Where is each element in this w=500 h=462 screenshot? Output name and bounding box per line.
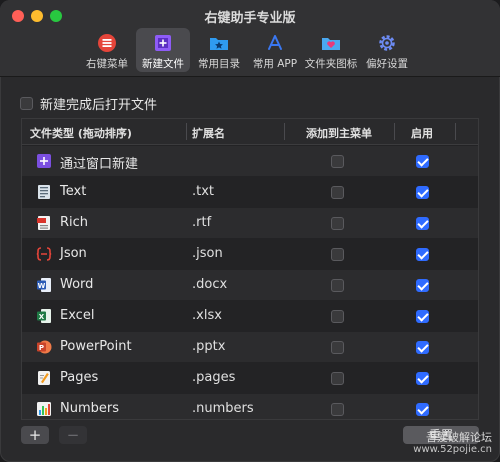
add-to-main-menu-checkbox[interactable]: [331, 217, 344, 230]
table-row[interactable]: 通过窗口新建: [22, 146, 478, 176]
enabled-checkbox[interactable]: [416, 186, 429, 199]
text-doc-icon: [38, 185, 50, 199]
tab-label: 右键菜单: [86, 58, 128, 70]
tab-new-file[interactable]: 新建文件: [136, 28, 190, 72]
add-to-main-menu-checkbox[interactable]: [331, 372, 344, 385]
add-to-main-menu-checkbox[interactable]: [331, 155, 344, 168]
enabled-checkbox[interactable]: [416, 372, 429, 385]
svg-text:P: P: [39, 344, 44, 352]
add-to-main-menu-checkbox[interactable]: [331, 186, 344, 199]
file-type-name: Word: [60, 277, 94, 292]
open-after-create-label: 新建完成后打开文件: [40, 98, 158, 113]
excel-icon: X: [37, 309, 51, 323]
remove-button[interactable]: −: [59, 426, 87, 444]
add-to-main-menu-checkbox[interactable]: [331, 248, 344, 261]
svg-text:X: X: [39, 313, 45, 321]
list-icon: [98, 34, 116, 52]
table-row[interactable]: Pages .pages: [22, 363, 478, 393]
file-extension: .rtf: [192, 215, 212, 230]
watermark: 吾爱破解论坛 www.52pojie.cn: [413, 432, 492, 456]
table-row[interactable]: Json .json: [22, 239, 478, 269]
add-to-main-menu-checkbox[interactable]: [331, 310, 344, 323]
file-type-name: Json: [60, 246, 87, 261]
window-new-icon: [37, 154, 51, 168]
watermark-title: 吾爱破解论坛: [426, 431, 492, 444]
numbers-icon: [37, 402, 51, 416]
window-title: 右键助手专业版: [204, 11, 296, 26]
file-type-name: Text: [60, 184, 87, 199]
app-store-icon: [268, 35, 282, 50]
file-type-name: Pages: [60, 370, 99, 385]
file-extension: .json: [192, 246, 223, 261]
enabled-checkbox[interactable]: [416, 341, 429, 354]
watermark-url: www.52pojie.cn: [413, 444, 492, 455]
file-type-name: PowerPoint: [60, 339, 132, 354]
open-after-create-option[interactable]: 新建完成后打开文件: [20, 94, 157, 113]
tab-label: 偏好设置: [366, 58, 408, 70]
table-row[interactable]: P PowerPoint .pptx: [22, 332, 478, 362]
tab-common-apps[interactable]: 常用 APP: [248, 28, 302, 72]
column-header-main-menu[interactable]: 添加到主菜单: [306, 125, 372, 141]
enabled-checkbox[interactable]: [416, 248, 429, 261]
file-extension: .xlsx: [192, 308, 222, 323]
svg-text:W: W: [38, 282, 46, 290]
file-type-name: Numbers: [60, 401, 119, 416]
table-row[interactable]: X Excel .xlsx: [22, 301, 478, 331]
column-header-ext[interactable]: 扩展名: [192, 125, 225, 141]
add-to-main-menu-checkbox[interactable]: [331, 341, 344, 354]
column-divider[interactable]: [455, 123, 456, 140]
file-extension: .pages: [192, 370, 236, 385]
enabled-checkbox[interactable]: [416, 403, 429, 416]
table-row[interactable]: Rich .rtf: [22, 208, 478, 238]
app-window: 右键助手专业版 右键菜单 新建文件 常用目录 常用 APP 文件夹图标 偏好设置…: [0, 0, 500, 462]
pages-icon: [38, 371, 50, 385]
powerpoint-icon: P: [37, 340, 52, 354]
json-doc-icon: [36, 247, 52, 261]
add-button[interactable]: +: [21, 426, 49, 444]
new-file-icon: [155, 35, 171, 51]
file-type-name: 通过窗口新建: [60, 157, 139, 172]
enabled-checkbox[interactable]: [416, 310, 429, 323]
folder-heart-icon: [322, 38, 340, 50]
column-divider[interactable]: [394, 123, 395, 140]
column-header-type[interactable]: 文件类型 (拖动排序): [30, 125, 132, 141]
file-extension: .pptx: [192, 339, 226, 354]
enabled-checkbox[interactable]: [416, 155, 429, 168]
column-divider[interactable]: [186, 123, 187, 140]
file-extension: .numbers: [192, 401, 254, 416]
add-to-main-menu-checkbox[interactable]: [331, 279, 344, 292]
table-header: 文件类型 (拖动排序) 扩展名 添加到主菜单 启用: [22, 119, 478, 145]
tab-preferences[interactable]: 偏好设置: [360, 28, 414, 72]
gear-icon: [379, 35, 395, 51]
tab-label: 常用 APP: [252, 58, 298, 70]
rtf-doc-icon: [37, 216, 50, 230]
tab-label: 常用目录: [198, 58, 240, 70]
toolbar: 右键菜单 新建文件 常用目录 常用 APP 文件夹图标 偏好设置: [80, 28, 416, 72]
enabled-checkbox[interactable]: [416, 279, 429, 292]
tab-common-folders[interactable]: 常用目录: [192, 28, 246, 72]
word-icon: W: [37, 278, 51, 292]
add-to-main-menu-checkbox[interactable]: [331, 403, 344, 416]
titlebar: 右键助手专业版 右键菜单 新建文件 常用目录 常用 APP 文件夹图标 偏好设置: [0, 0, 500, 77]
table-row[interactable]: Numbers .numbers: [22, 394, 478, 419]
table-row[interactable]: W Word .docx: [22, 270, 478, 300]
tab-label: 文件夹图标: [304, 58, 358, 70]
enabled-checkbox[interactable]: [416, 217, 429, 230]
file-type-name: Rich: [60, 215, 89, 230]
column-divider[interactable]: [284, 123, 285, 140]
file-extension: .docx: [192, 277, 228, 292]
table-row[interactable]: Text .txt: [22, 177, 478, 207]
column-header-enabled[interactable]: 启用: [411, 125, 433, 141]
folder-star-icon: [210, 38, 228, 50]
tab-label: 新建文件: [142, 58, 184, 70]
file-extension: .txt: [192, 184, 215, 199]
file-type-name: Excel: [60, 308, 95, 323]
tab-folder-icons[interactable]: 文件夹图标: [304, 28, 358, 72]
open-after-create-checkbox[interactable]: [20, 97, 33, 110]
tab-context-menu[interactable]: 右键菜单: [80, 28, 134, 72]
file-types-table: 文件类型 (拖动排序) 扩展名 添加到主菜单 启用 通过窗口新建 Text .t…: [21, 118, 479, 420]
